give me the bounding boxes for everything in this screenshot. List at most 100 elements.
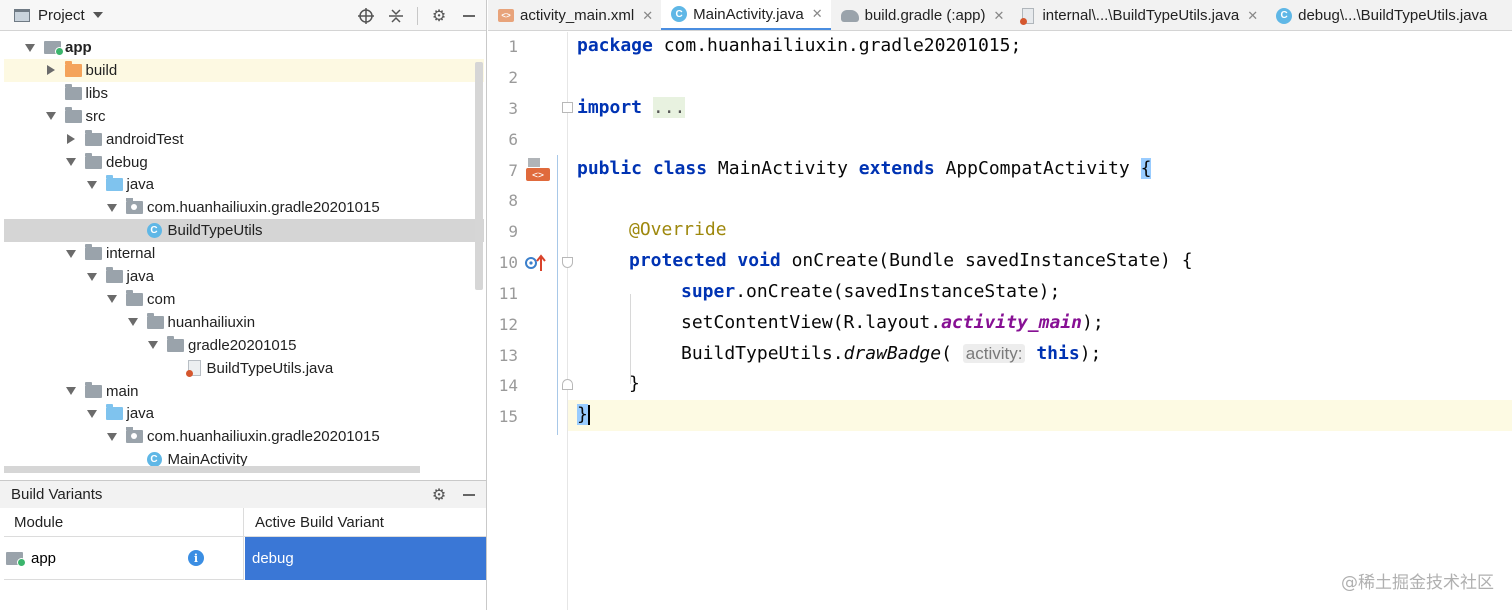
close-icon[interactable]: ✕	[994, 8, 1005, 24]
line-number: 10	[498, 253, 518, 272]
keyword: import	[577, 97, 643, 118]
tree-item-label: androidTest	[106, 130, 184, 148]
minimize-icon[interactable]	[460, 7, 478, 25]
project-view-icon	[14, 8, 30, 22]
column-header-active-build-variant[interactable]: Active Build Variant	[244, 508, 486, 537]
code-line-12: setContentView(R.layout.activity_main);	[681, 312, 1104, 333]
project-view-selector[interactable]: Project	[38, 7, 85, 24]
tab-build-gradle-app[interactable]: build.gradle (:app) ✕	[831, 0, 1013, 30]
locate-file-icon[interactable]	[357, 7, 375, 25]
code-line-14: }	[629, 373, 640, 394]
tree-vertical-scrollbar[interactable]	[475, 62, 483, 290]
tree-item-com[interactable]: com	[4, 288, 484, 311]
class-name: MainActivity	[717, 158, 848, 179]
tree-item-java[interactable]: java	[4, 265, 484, 288]
tree-item-src[interactable]: src	[4, 105, 484, 128]
chevron-right-icon[interactable]	[45, 64, 57, 76]
tree-item-label: app	[65, 39, 92, 56]
tab-internal-buildtypeutils-java[interactable]: internal\...\BuildTypeUtils.java ✕	[1012, 0, 1266, 30]
chevron-down-icon[interactable]	[86, 271, 98, 283]
chevron-down-icon[interactable]	[24, 42, 36, 54]
tree-horizontal-scrollbar[interactable]	[4, 466, 420, 473]
tree-item-main[interactable]: main	[4, 380, 484, 403]
tree-item-build[interactable]: build	[4, 58, 484, 82]
tree-item-label: huanhailiuxin	[167, 313, 256, 331]
tab-activity-main-xml[interactable]: <> activity_main.xml ✕	[488, 0, 661, 30]
chevron-down-icon[interactable]	[106, 431, 118, 443]
override-method-icon[interactable]	[525, 254, 549, 272]
xml-file-icon: <>	[498, 9, 514, 22]
tree-item-mainactivity[interactable]: C MainActivity	[4, 448, 484, 466]
column-header-module[interactable]: Module	[4, 508, 244, 537]
folded-imports[interactable]: ...	[652, 97, 686, 118]
statement: .onCreate(savedInstanceState);	[735, 281, 1061, 302]
close-icon[interactable]: ✕	[1247, 8, 1258, 24]
chevron-down-icon[interactable]	[45, 110, 57, 122]
module-icon	[6, 551, 26, 567]
folder-icon	[126, 289, 143, 306]
project-tool-window: Project ⚙ app build libs src androidTest debu…	[0, 0, 487, 610]
tree-item-buildtypeutils[interactable]: C BuildTypeUtils	[4, 219, 484, 243]
tree-item-com-huanhailiuxin-gradle20201015[interactable]: com.huanhailiuxin.gradle20201015	[4, 196, 484, 219]
tree-item-label: debug	[106, 153, 148, 171]
collapse-all-icon[interactable]	[387, 7, 405, 25]
tree-item-internal[interactable]: internal	[4, 242, 484, 265]
chevron-down-icon[interactable]	[86, 179, 98, 191]
tab-label: internal\...\BuildTypeUtils.java	[1042, 7, 1240, 24]
package-icon	[126, 427, 143, 444]
chevron-down-icon[interactable]	[65, 248, 77, 260]
tree-item-label: BuildTypeUtils	[167, 222, 263, 240]
table-row-module[interactable]: app i	[4, 537, 244, 580]
folder-icon	[105, 267, 123, 283]
tree-item-java[interactable]: java	[4, 173, 484, 196]
tree-item-libs[interactable]: libs	[4, 82, 484, 105]
chevron-down-icon[interactable]	[86, 408, 98, 420]
tree-item-label: MainActivity	[167, 451, 248, 466]
source-folder-icon	[105, 175, 123, 192]
minimize-icon[interactable]	[460, 486, 478, 504]
chevron-down-icon[interactable]	[106, 293, 118, 305]
tab-main-activity-java[interactable]: C MainActivity.java ✕	[661, 0, 831, 30]
gear-icon[interactable]: ⚙	[430, 486, 448, 504]
tab-debug-buildtypeutils-java[interactable]: C debug\...\BuildTypeUtils.java	[1266, 0, 1495, 30]
source-folder-icon	[105, 404, 123, 421]
close-icon[interactable]: ✕	[642, 8, 653, 24]
line-number: 14	[498, 376, 518, 395]
line-number: 6	[508, 130, 518, 149]
chevron-down-icon[interactable]	[92, 12, 103, 18]
line-number: 7	[508, 161, 518, 180]
chevron-down-icon[interactable]	[106, 202, 118, 214]
close-icon[interactable]: ✕	[812, 6, 823, 22]
gear-icon[interactable]: ⚙	[430, 7, 448, 25]
project-panel-header: Project ⚙	[0, 0, 486, 31]
field-reference: activity_main	[941, 312, 1082, 333]
active-build-variant-select[interactable]: debug	[245, 537, 486, 580]
svg-text:<>: <>	[532, 170, 544, 181]
indent-guide	[630, 294, 631, 384]
tree-item-com-huanhailiuxin-gradle20201015[interactable]: com.huanhailiuxin.gradle20201015	[4, 425, 484, 448]
code-area[interactable]: package com.huanhailiuxin.gradle20201015…	[569, 32, 1512, 610]
line-number: 8	[508, 191, 518, 210]
editor-gutter: 1 2 3 6 7 8 9 10 11 12 13 14 15 <>	[488, 32, 573, 610]
tree-item-app[interactable]: app	[4, 36, 484, 59]
scope-indicator	[557, 155, 558, 435]
tree-item-buildtypeutils-java[interactable]: BuildTypeUtils.java	[4, 357, 484, 380]
code-editor[interactable]: 1 2 3 6 7 8 9 10 11 12 13 14 15 <> packa…	[488, 32, 1512, 610]
tree-item-label: libs	[85, 84, 109, 102]
tree-item-huanhailiuxin[interactable]: huanhailiuxin	[4, 311, 484, 334]
chevron-right-icon[interactable]	[65, 133, 77, 145]
chevron-down-icon[interactable]	[147, 339, 159, 351]
java-file-icon	[1020, 7, 1035, 25]
chevron-down-icon[interactable]	[65, 385, 77, 397]
layout-preview-icon[interactable]: <>	[526, 158, 550, 182]
tree-item-debug[interactable]: debug	[4, 151, 484, 174]
chevron-down-icon[interactable]	[65, 156, 77, 168]
line-number: 2	[508, 68, 518, 87]
tree-item-androidtest[interactable]: androidTest	[4, 128, 484, 151]
tree-item-gradle20201015[interactable]: gradle20201015	[4, 334, 484, 357]
superclass-name: AppCompatActivity	[945, 158, 1130, 179]
code-line-10: protected void onCreate(Bundle savedInst…	[629, 250, 1193, 271]
chevron-down-icon[interactable]	[127, 316, 139, 328]
tree-item-java[interactable]: java	[4, 402, 484, 425]
info-icon[interactable]: i	[188, 550, 204, 566]
